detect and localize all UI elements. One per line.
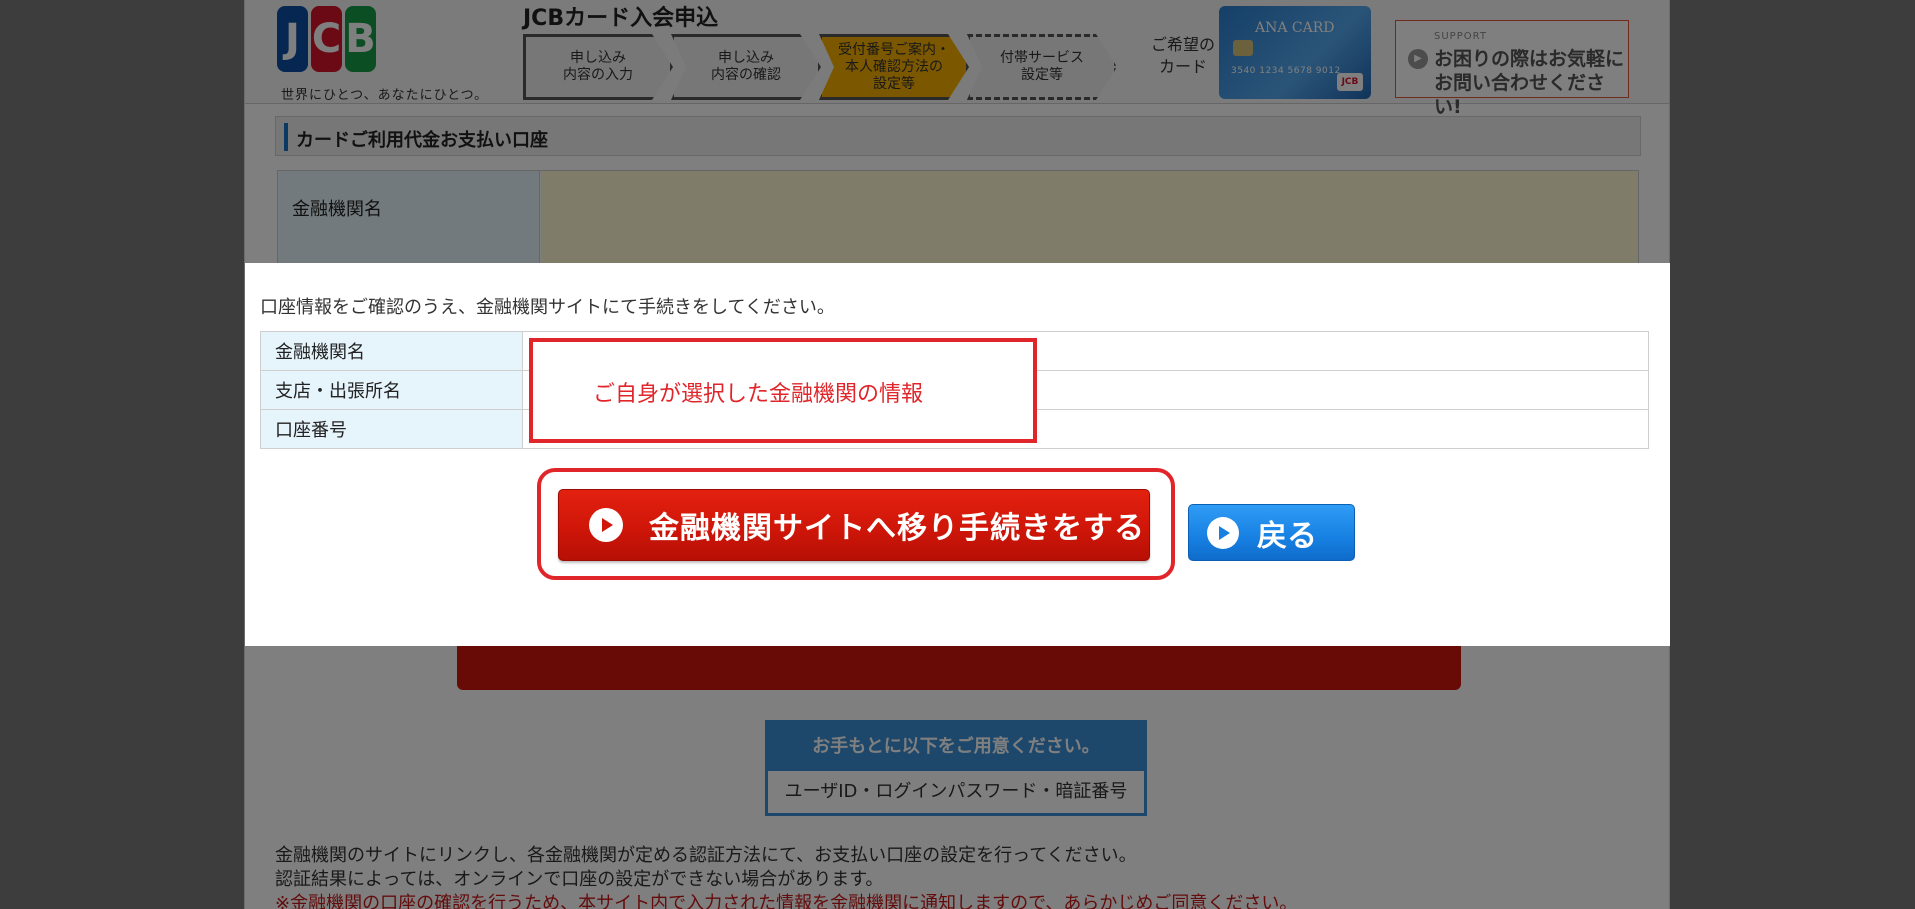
play-circle-icon <box>589 508 623 542</box>
highlight-annotation: ご自身が選択した金融機関の情報 <box>529 338 1037 443</box>
proceed-to-bank-button[interactable]: 金融機関サイトへ移り手続きをする <box>558 489 1150 561</box>
account-number-label: 口座番号 <box>260 409 523 449</box>
confirm-dialog: 口座情報をご確認のうえ、金融機関サイトにて手続きをしてください。 金融機関名 支… <box>245 263 1670 646</box>
back-button[interactable]: 戻る <box>1188 504 1355 561</box>
branch-name-label: 支店・出張所名 <box>260 370 523 410</box>
play-circle-icon <box>1207 516 1239 549</box>
dialog-message: 口座情報をご確認のうえ、金融機関サイトにて手続きをしてください。 <box>260 297 835 318</box>
bank-name-label: 金融機関名 <box>260 331 523 371</box>
